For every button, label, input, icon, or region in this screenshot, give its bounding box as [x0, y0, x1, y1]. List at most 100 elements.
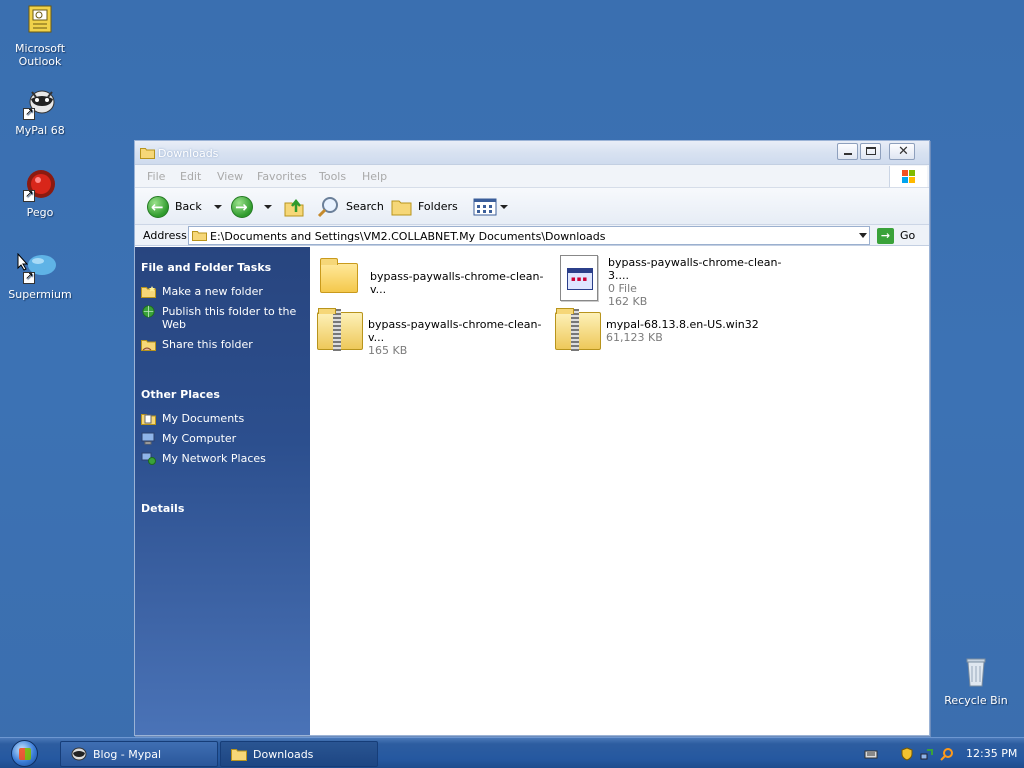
share-folder-icon: [141, 340, 156, 351]
search-icon: [317, 196, 338, 217]
chevron-down-icon: [500, 204, 508, 209]
maximize-button[interactable]: [860, 143, 881, 160]
explorer-window: Downloads ✕ File Edit View Favorites Too…: [134, 140, 930, 736]
taskbar-button-blog-mypal[interactable]: Blog - Mypal: [60, 741, 218, 767]
task-pane: File and Folder Tasks Make a new folder …: [135, 247, 310, 735]
details-title[interactable]: Details: [141, 502, 304, 515]
back-label: Back: [175, 200, 202, 213]
address-input[interactable]: E:\Documents and Settings\VM2.COLLABNET.…: [188, 226, 870, 245]
file-size: 165 KB: [368, 344, 408, 357]
desktop-icon-recycle-bin[interactable]: Recycle Bin: [937, 656, 1015, 707]
menu-view[interactable]: View: [217, 170, 243, 183]
folders-button[interactable]: Folders: [391, 188, 458, 225]
file-size: 61,123 KB: [606, 331, 663, 344]
application-icon: [560, 255, 598, 301]
up-folder-icon: [284, 198, 304, 216]
toolbar: Back Search Folders: [135, 188, 929, 225]
views-button[interactable]: [473, 188, 508, 225]
address-path: E:\Documents and Settings\VM2.COLLABNET.…: [210, 230, 606, 243]
place-label: My Computer: [162, 432, 237, 445]
minimize-button[interactable]: [837, 143, 858, 160]
menu-file[interactable]: File: [147, 170, 165, 183]
folder-icon: [231, 749, 247, 761]
task-label: Share this folder: [162, 338, 253, 351]
menu-bar: File Edit View Favorites Tools Help: [135, 165, 929, 188]
network-icon[interactable]: [920, 747, 934, 761]
raccoon-icon: [71, 747, 87, 761]
file-item[interactable]: bypass-paywalls-chrome-clean-v... 165 KB: [314, 307, 549, 357]
globe-icon: [142, 305, 155, 318]
title-bar[interactable]: Downloads ✕: [135, 141, 929, 165]
menu-edit[interactable]: Edit: [180, 170, 201, 183]
file-item[interactable]: mypal-68.13.8.en-US.win32 61,123 KB: [552, 307, 787, 355]
keyboard-icon[interactable]: [864, 747, 878, 761]
place-label: My Network Places: [162, 452, 266, 465]
menu-tools[interactable]: Tools: [319, 170, 346, 183]
new-folder-icon: [141, 286, 156, 298]
task-make-new-folder[interactable]: Make a new folder: [141, 285, 304, 298]
address-label: Address: [143, 229, 187, 242]
desktop-icon-label: Recycle Bin: [944, 694, 1008, 707]
desktop-icon-label: Microsoft: [14, 42, 66, 55]
maximize-icon: [866, 147, 876, 155]
menu-help[interactable]: Help: [362, 170, 387, 183]
minimize-icon: [844, 153, 852, 155]
menu-favorites[interactable]: Favorites: [257, 170, 307, 183]
chevron-down-icon[interactable]: [859, 233, 867, 238]
views-icon: [473, 198, 497, 215]
up-folder-button[interactable]: [283, 188, 305, 225]
file-name: bypass-paywalls-chrome-clean-3....: [608, 256, 782, 282]
folders-label: Folders: [418, 200, 458, 213]
search-button[interactable]: Search: [317, 188, 384, 225]
desktop-icon-supermium[interactable]: Supermium: [1, 250, 79, 301]
desktop-icon-outlook[interactable]: Microsoft Outlook: [1, 4, 79, 68]
folder-icon: [320, 258, 358, 293]
file-folder-tasks-title[interactable]: File and Folder Tasks: [141, 261, 304, 274]
network-places-icon: [141, 452, 156, 465]
go-button[interactable]: → Go: [877, 226, 915, 245]
outlook-icon: [23, 4, 57, 38]
system-tray: 12:35 PM: [864, 738, 1024, 768]
security-shield-icon[interactable]: [900, 746, 914, 761]
window-title: Downloads: [158, 147, 219, 160]
place-my-computer[interactable]: My Computer: [141, 432, 304, 445]
start-orb-icon: [11, 740, 38, 767]
folder-icon: [192, 231, 207, 241]
back-button[interactable]: Back: [147, 188, 222, 225]
forward-button[interactable]: [231, 188, 272, 225]
desktop-icon-mypal[interactable]: MyPal 68: [1, 86, 79, 137]
explorer-content: File and Folder Tasks Make a new folder …: [135, 247, 929, 735]
desktop-icon-label: Supermium: [8, 288, 72, 301]
task-publish-folder[interactable]: Publish this folder to the Web: [141, 305, 304, 331]
pego-icon: [23, 168, 57, 202]
chevron-down-icon[interactable]: [264, 204, 272, 209]
raccoon-icon: [23, 86, 57, 120]
close-icon: ✕: [898, 144, 909, 159]
file-type: 0 File: [608, 282, 637, 295]
windows-logo-icon: [889, 166, 927, 187]
file-name: bypass-paywalls-chrome-clean-v...: [370, 270, 544, 296]
start-button[interactable]: [5, 740, 45, 767]
taskbar-clock[interactable]: 12:35 PM: [966, 747, 1017, 760]
other-places-title[interactable]: Other Places: [141, 388, 304, 401]
task-share-folder[interactable]: Share this folder: [141, 338, 304, 351]
task-label: Make a new folder: [162, 285, 263, 298]
chevron-down-icon[interactable]: [213, 204, 222, 209]
place-my-network-places[interactable]: My Network Places: [141, 452, 304, 465]
desktop-icon-pego[interactable]: Pego: [1, 168, 79, 219]
taskbar-button-label: Downloads: [253, 747, 314, 761]
address-bar: Address E:\Documents and Settings\VM2.CO…: [135, 225, 929, 246]
shortcut-arrow-icon: [23, 106, 35, 120]
file-name: mypal-68.13.8.en-US.win32: [606, 318, 759, 331]
folder-icon: [140, 148, 155, 159]
zip-folder-icon: [555, 308, 601, 351]
place-my-documents[interactable]: My Documents: [141, 412, 304, 425]
file-item[interactable]: bypass-paywalls-chrome-clean-v...: [316, 253, 551, 301]
file-item[interactable]: bypass-paywalls-chrome-clean-3.... 0 Fil…: [554, 253, 789, 308]
file-list: bypass-paywalls-chrome-clean-v... bypass…: [310, 247, 929, 735]
taskbar-button-downloads[interactable]: Downloads: [220, 741, 378, 767]
search-icon[interactable]: [940, 747, 954, 761]
close-button[interactable]: ✕: [889, 143, 915, 160]
my-computer-icon: [141, 432, 155, 445]
shortcut-arrow-icon: [23, 270, 35, 284]
